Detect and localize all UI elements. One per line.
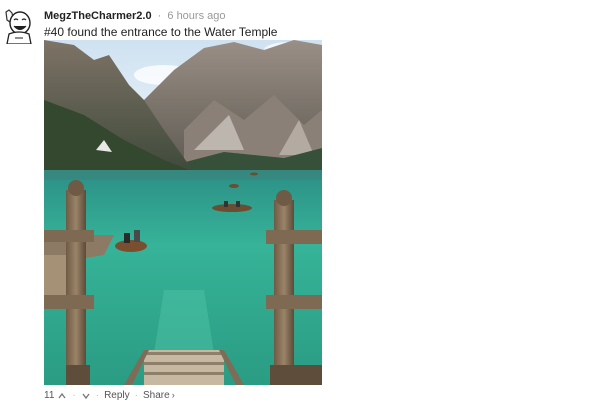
separator-dot: · [134, 389, 138, 401]
comment-image[interactable] [44, 40, 322, 385]
timestamp[interactable]: 6 hours ago [167, 10, 225, 22]
separator-dot: · [95, 389, 100, 401]
chevron-up-icon[interactable] [57, 391, 67, 401]
upvote-count: 11 [44, 389, 55, 401]
comment-header: MegzTheCharmer2.0 · 6 hours ago [44, 9, 226, 23]
comment-text: #40 found the entrance to the Water Temp… [44, 25, 278, 39]
lake-photo [44, 40, 322, 385]
avatar[interactable] [1, 8, 37, 45]
share-button[interactable]: Share › [143, 389, 175, 402]
chevron-right-icon: › [171, 390, 175, 400]
comment-actions: 11 · · Reply · Share › [44, 389, 175, 402]
avatar-image [1, 8, 37, 45]
chevron-down-icon[interactable] [81, 391, 91, 401]
separator-dot: · [72, 389, 76, 401]
share-label: Share [143, 390, 170, 401]
reply-button[interactable]: Reply [104, 390, 130, 402]
header-separator: · [157, 10, 162, 22]
username-link[interactable]: MegzTheCharmer2.0 [44, 10, 152, 22]
